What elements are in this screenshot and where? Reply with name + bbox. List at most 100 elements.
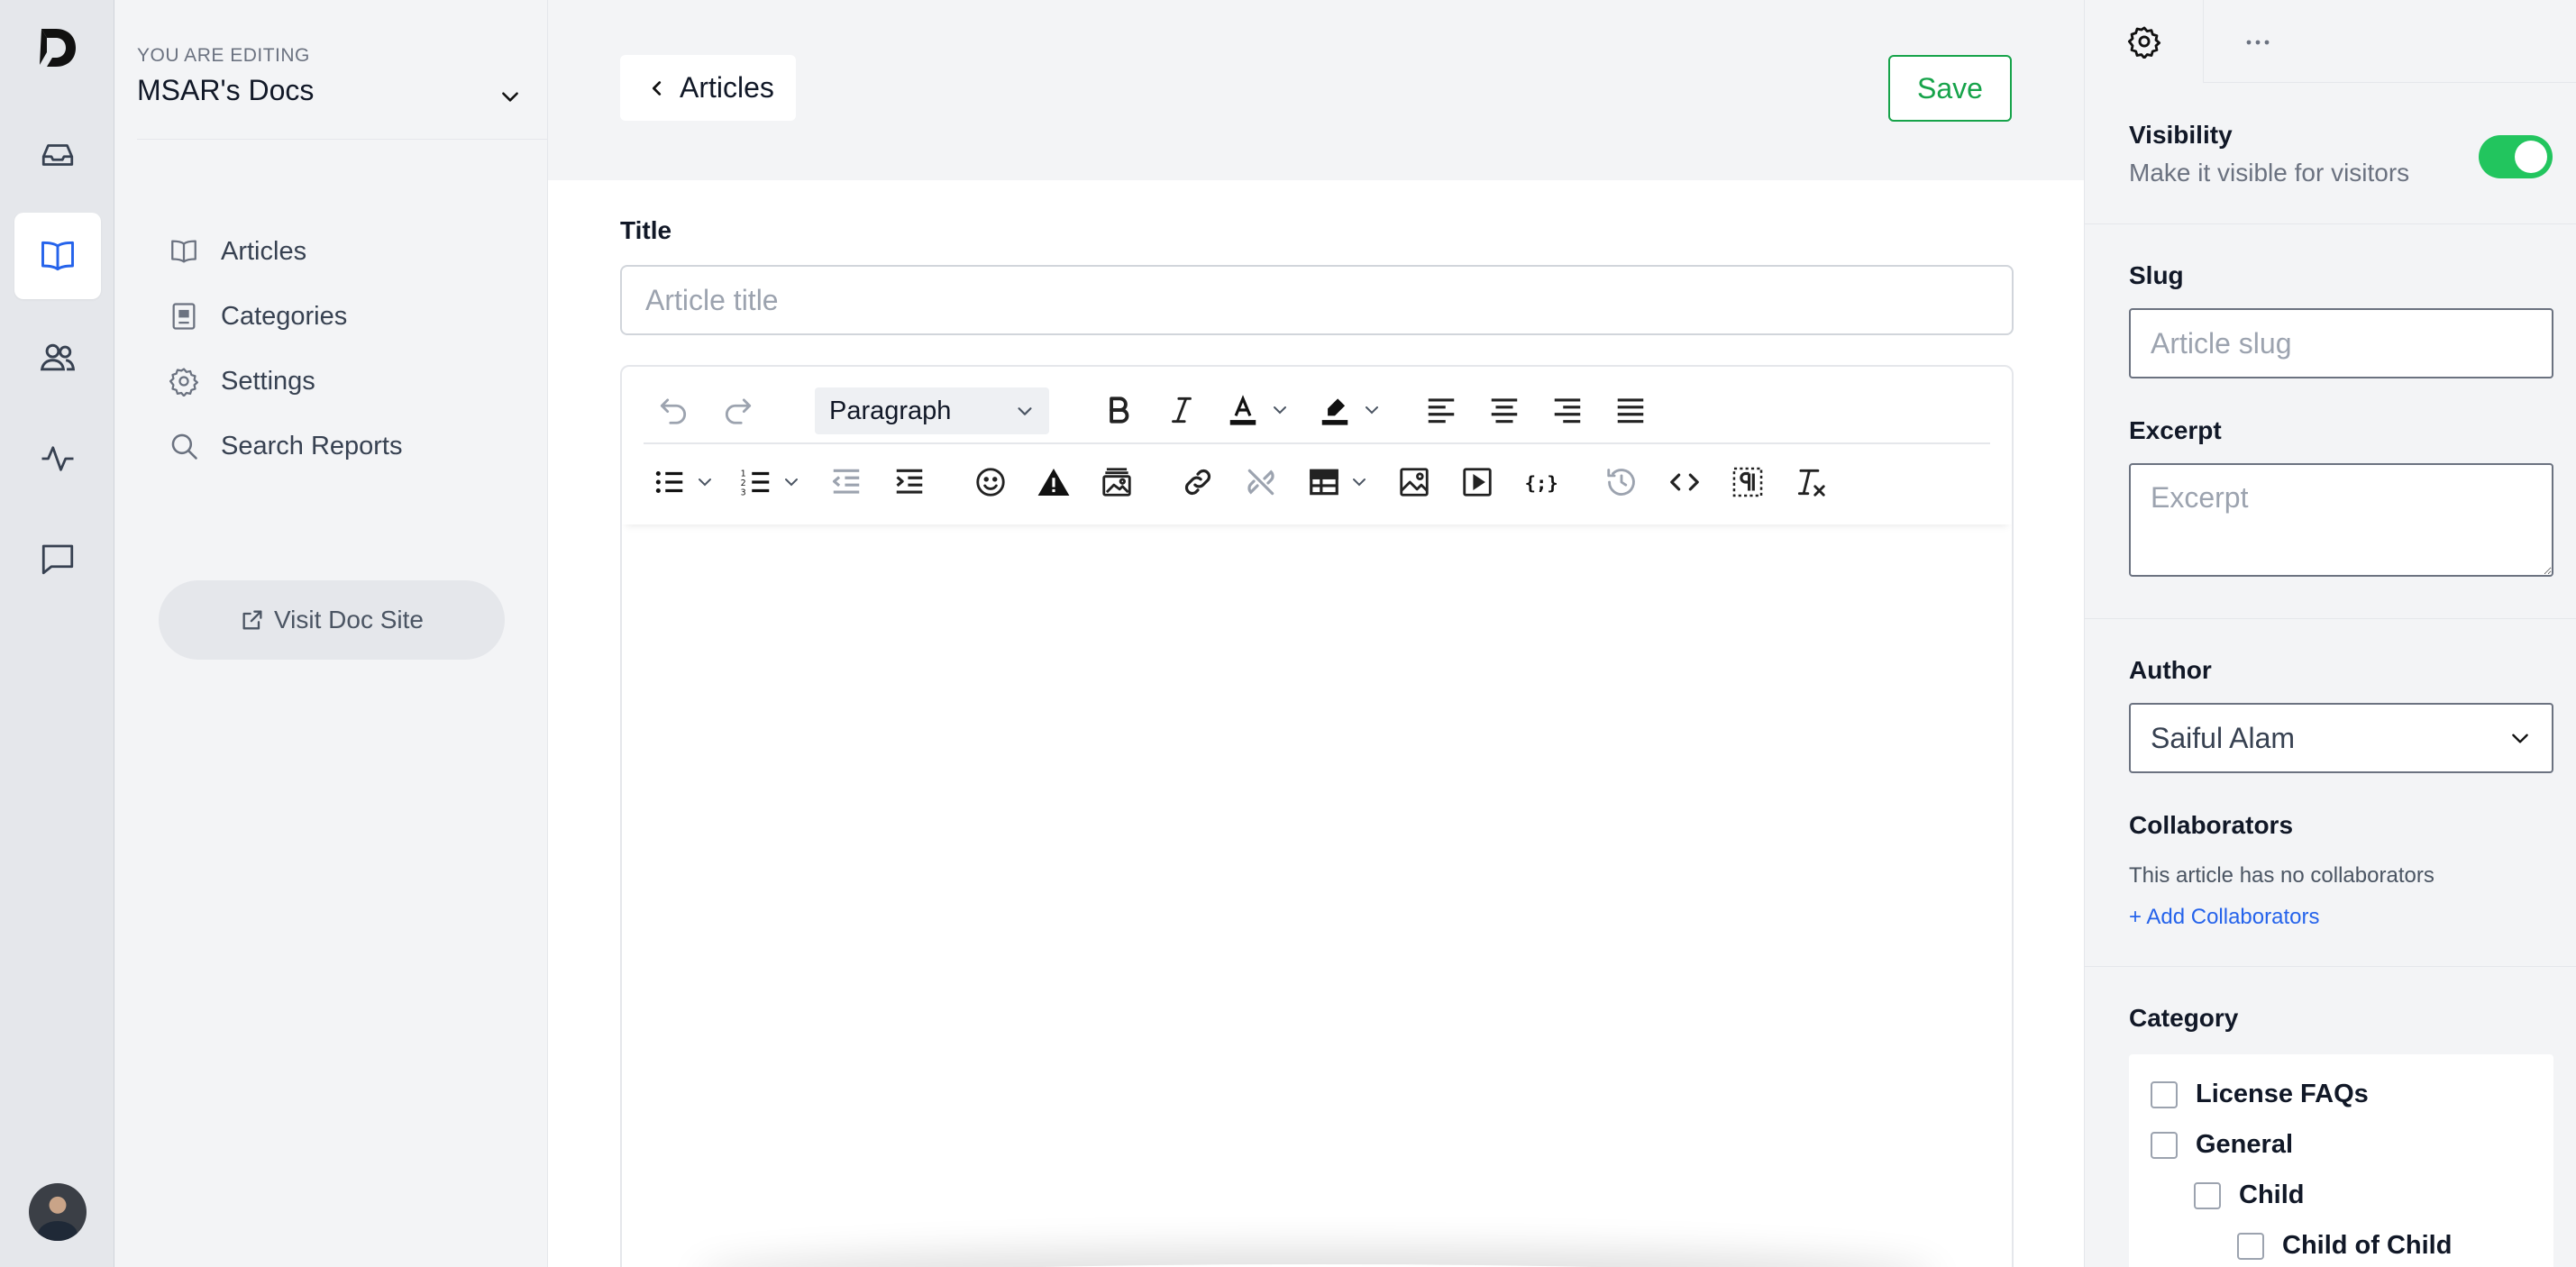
workspace-switcher[interactable]: YOU ARE EDITING MSAR's Docs xyxy=(137,45,547,140)
rail-chat[interactable] xyxy=(14,515,101,602)
chevron-down-icon[interactable] xyxy=(1361,399,1383,421)
clear-formatting-icon[interactable] xyxy=(1794,465,1828,499)
users-icon xyxy=(38,338,78,378)
show-blocks-icon[interactable] xyxy=(1731,465,1765,499)
outdent-icon[interactable] xyxy=(829,465,863,499)
align-right-icon[interactable] xyxy=(1550,393,1585,427)
category-section: Category xyxy=(2129,1004,2553,1033)
chat-icon xyxy=(39,540,77,578)
redo-icon[interactable] xyxy=(721,393,755,427)
block-format-select[interactable]: Paragraph xyxy=(815,387,1049,434)
docs-logo-icon[interactable] xyxy=(34,25,79,70)
sidebar-item-label: Categories xyxy=(221,301,348,331)
category-label: Category xyxy=(2129,1004,2239,1032)
category-checkbox[interactable] xyxy=(2237,1232,2264,1260)
category-item[interactable]: License FAQs xyxy=(2151,1080,2369,1109)
add-collaborators-link[interactable]: + Add Collaborators xyxy=(2129,905,2319,930)
activity-icon xyxy=(39,440,77,478)
history-icon[interactable] xyxy=(1604,465,1639,499)
visit-doc-site-button[interactable]: Visit Doc Site xyxy=(159,580,505,660)
block-format-value: Paragraph xyxy=(829,396,952,425)
title-label: Title xyxy=(620,216,672,244)
bullet-list-icon[interactable] xyxy=(653,465,687,499)
chevron-down-icon[interactable] xyxy=(1348,471,1370,493)
rail-activity[interactable] xyxy=(14,415,101,502)
gear-icon xyxy=(169,366,199,397)
code-icon[interactable] xyxy=(1667,465,1702,499)
category-checkbox[interactable] xyxy=(2151,1131,2178,1159)
chevron-down-icon xyxy=(498,85,522,108)
visit-doc-site-label: Visit Doc Site xyxy=(274,606,424,634)
image-icon[interactable] xyxy=(1397,465,1431,499)
sidebar-item-label: Search Reports xyxy=(221,431,403,460)
category-label: Child of Child xyxy=(2282,1231,2453,1260)
table-icon[interactable] xyxy=(1307,465,1341,499)
chevron-down-icon xyxy=(1015,401,1035,421)
align-justify-icon[interactable] xyxy=(1613,393,1648,427)
book-icon xyxy=(169,236,199,267)
rail-inbox[interactable] xyxy=(14,112,101,198)
book-icon xyxy=(38,236,78,276)
sidebar-item-categories[interactable]: Categories xyxy=(169,284,403,349)
category-label: General xyxy=(2196,1130,2293,1159)
excerpt-section: Excerpt xyxy=(2129,416,2553,581)
collaborators-label: Collaborators xyxy=(2129,811,2294,839)
editor-content-area[interactable] xyxy=(622,524,2012,1267)
sidebar-item-articles[interactable]: Articles xyxy=(169,219,403,284)
numbered-list-icon[interactable]: 123 xyxy=(739,465,773,499)
template-variable-icon[interactable]: {;} xyxy=(1523,465,1557,499)
media-icon[interactable] xyxy=(1460,465,1494,499)
undo-icon[interactable] xyxy=(656,393,690,427)
docs-sidebar: YOU ARE EDITING MSAR's Docs Articles Cat… xyxy=(114,0,548,1267)
category-item[interactable]: Child of Child xyxy=(2237,1231,2452,1261)
category-checkbox[interactable] xyxy=(2194,1181,2221,1209)
visibility-toggle[interactable] xyxy=(2479,135,2553,178)
docs-nav: Articles Categories Settings Search Repo… xyxy=(169,219,403,479)
unlink-icon[interactable] xyxy=(1244,465,1278,499)
toolbar-row-1: Paragraph xyxy=(644,376,1990,444)
rail-docs[interactable] xyxy=(14,213,101,299)
back-to-articles-button[interactable]: Articles xyxy=(620,55,796,121)
category-tree: License FAQs General Child Child of Chil… xyxy=(2129,1054,2553,1267)
avatar[interactable] xyxy=(29,1183,87,1241)
indent-icon[interactable] xyxy=(892,465,927,499)
panel-tabs xyxy=(2085,0,2576,84)
chevron-down-icon[interactable] xyxy=(1269,399,1291,421)
rail-users[interactable] xyxy=(14,314,101,401)
slug-input[interactable] xyxy=(2129,308,2553,378)
align-left-icon[interactable] xyxy=(1424,393,1458,427)
category-checkbox[interactable] xyxy=(2151,1080,2178,1108)
external-link-icon xyxy=(240,607,265,633)
author-select[interactable]: Saiful Alam xyxy=(2129,703,2553,773)
tab-more[interactable] xyxy=(2204,0,2312,84)
italic-icon[interactable] xyxy=(1165,393,1199,427)
excerpt-textarea[interactable] xyxy=(2129,463,2553,577)
chevron-down-icon[interactable] xyxy=(781,471,802,493)
divider xyxy=(2085,966,2576,967)
sidebar-item-settings[interactable]: Settings xyxy=(169,349,403,414)
back-label: Articles xyxy=(680,71,774,104)
align-center-icon[interactable] xyxy=(1487,393,1521,427)
link-icon[interactable] xyxy=(1181,465,1215,499)
bold-icon[interactable] xyxy=(1101,393,1136,427)
sidebar-item-label: Settings xyxy=(221,366,315,396)
slug-label: Slug xyxy=(2129,261,2184,289)
highlight-icon[interactable] xyxy=(1318,393,1352,427)
chevron-down-icon xyxy=(2508,726,2532,750)
svg-text:3: 3 xyxy=(741,488,746,497)
category-item[interactable]: General xyxy=(2151,1130,2293,1160)
chevron-down-icon[interactable] xyxy=(694,471,716,493)
emoji-icon[interactable] xyxy=(973,465,1008,499)
title-input[interactable] xyxy=(620,265,2014,335)
image-gallery-icon[interactable] xyxy=(1100,465,1134,499)
editor-toolbar: Paragraph 1 2 3 {;} xyxy=(622,367,2012,524)
categories-icon xyxy=(169,301,199,332)
text-color-icon[interactable] xyxy=(1226,393,1260,427)
toolbar-row-2: 123 {;} xyxy=(644,448,1990,516)
save-button[interactable]: Save xyxy=(1888,55,2012,122)
author-section: Author Saiful Alam xyxy=(2129,656,2553,773)
category-item[interactable]: Child xyxy=(2194,1180,2305,1210)
tab-settings[interactable] xyxy=(2085,0,2204,84)
sidebar-item-search-reports[interactable]: Search Reports xyxy=(169,414,403,479)
warning-icon[interactable] xyxy=(1037,465,1071,499)
